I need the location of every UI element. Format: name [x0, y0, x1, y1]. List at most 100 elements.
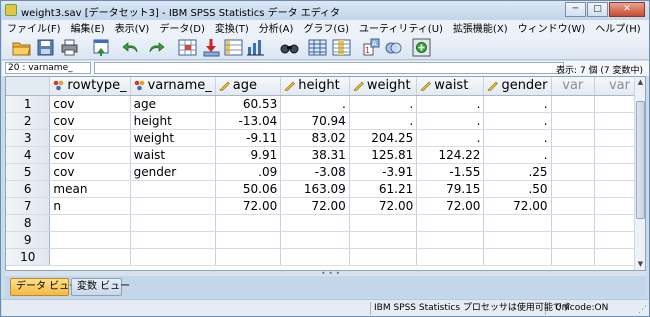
menu-graphs[interactable]: グラフ(G): [298, 20, 354, 35]
goto-case-icon[interactable]: [178, 38, 197, 57]
menu-data[interactable]: データ(D): [154, 20, 210, 35]
use-sets-icon[interactable]: [384, 38, 403, 57]
column-header-height[interactable]: height: [280, 77, 350, 96]
data-cell[interactable]: [483, 214, 552, 232]
data-cell[interactable]: waist: [130, 146, 216, 164]
empty-cell[interactable]: [551, 214, 595, 232]
data-cell[interactable]: .: [280, 95, 350, 113]
row-number[interactable]: 2: [6, 112, 51, 130]
data-cell[interactable]: age: [130, 95, 216, 113]
column-header-weight[interactable]: weight: [349, 77, 418, 96]
data-cell[interactable]: [215, 248, 282, 266]
empty-cell[interactable]: [551, 197, 595, 215]
insert-cases-icon[interactable]: [308, 38, 327, 57]
data-cell[interactable]: mean: [49, 180, 131, 198]
menu-help[interactable]: ヘルプ(H): [590, 20, 645, 35]
menu-extensions[interactable]: 拡張機能(X): [448, 20, 513, 35]
empty-cell[interactable]: [551, 231, 595, 249]
cell-reference-field[interactable]: 20 : varname_: [5, 62, 91, 74]
data-cell[interactable]: .: [416, 112, 485, 130]
data-cell[interactable]: [49, 231, 131, 249]
variables-icon[interactable]: [224, 38, 243, 57]
data-cell[interactable]: 50.06: [215, 180, 282, 198]
goto-variable-icon[interactable]: [202, 38, 221, 57]
data-cell[interactable]: 61.21: [349, 180, 418, 198]
insert-variable-icon[interactable]: [332, 38, 351, 57]
data-cell[interactable]: -3.91: [349, 163, 418, 181]
column-header-waist[interactable]: waist: [416, 77, 485, 96]
data-cell[interactable]: [215, 231, 282, 249]
data-cell[interactable]: 70.94: [280, 112, 350, 130]
column-header-rowtype[interactable]: rowtype_: [49, 77, 131, 96]
data-cell[interactable]: cov: [49, 95, 131, 113]
row-number[interactable]: 8: [6, 214, 51, 232]
data-cell[interactable]: height: [130, 112, 216, 130]
row-number[interactable]: 10: [6, 248, 51, 266]
data-cell[interactable]: cov: [49, 112, 131, 130]
data-cell[interactable]: .: [349, 95, 418, 113]
data-cell[interactable]: [416, 214, 485, 232]
data-cell[interactable]: cov: [49, 163, 131, 181]
data-cell[interactable]: 204.25: [349, 129, 418, 147]
undo-icon[interactable]: [122, 38, 141, 57]
data-cell[interactable]: [349, 231, 418, 249]
data-cell[interactable]: -9.11: [215, 129, 282, 147]
menu-edit[interactable]: 編集(E): [66, 20, 110, 35]
menu-transform[interactable]: 変換(T): [210, 20, 254, 35]
data-cell[interactable]: 79.15: [416, 180, 485, 198]
data-cell[interactable]: [416, 248, 485, 266]
data-cell[interactable]: [483, 231, 552, 249]
grid-corner[interactable]: [6, 77, 51, 96]
data-cell[interactable]: 72.00: [416, 197, 485, 215]
data-cell[interactable]: -1.55: [416, 163, 485, 181]
menu-utilities[interactable]: ユーティリティ(U): [354, 20, 448, 35]
find-icon[interactable]: [280, 38, 299, 57]
data-cell[interactable]: [130, 231, 216, 249]
data-cell[interactable]: [130, 180, 216, 198]
data-cell[interactable]: .50: [483, 180, 552, 198]
cell-value-field[interactable]: [94, 62, 564, 74]
data-cell[interactable]: -13.04: [215, 112, 282, 130]
row-number[interactable]: 1: [6, 95, 51, 113]
tab-variable-view[interactable]: 変数 ビュー: [71, 278, 130, 296]
data-cell[interactable]: [130, 197, 216, 215]
value-labels-icon[interactable]: 1A: [362, 38, 381, 57]
data-cell[interactable]: .: [349, 112, 418, 130]
data-cell[interactable]: [280, 214, 350, 232]
data-cell[interactable]: [416, 231, 485, 249]
data-cell[interactable]: [483, 248, 552, 266]
save-icon[interactable]: [36, 38, 55, 57]
data-cell[interactable]: gender: [130, 163, 216, 181]
data-cell[interactable]: .: [483, 95, 552, 113]
empty-cell[interactable]: [551, 163, 595, 181]
data-cell[interactable]: 72.00: [280, 197, 350, 215]
menu-file[interactable]: ファイル(F): [2, 20, 66, 35]
spelling-icon[interactable]: [412, 38, 431, 57]
data-cell[interactable]: [130, 248, 216, 266]
data-cell[interactable]: [280, 231, 350, 249]
data-cell[interactable]: 72.00: [215, 197, 282, 215]
row-number[interactable]: 9: [6, 231, 51, 249]
column-header-age[interactable]: age: [215, 77, 282, 96]
data-cell[interactable]: .: [483, 129, 552, 147]
print-icon[interactable]: [60, 38, 79, 57]
data-cell[interactable]: [349, 248, 418, 266]
data-cell[interactable]: 9.91: [215, 146, 282, 164]
data-cell[interactable]: 83.02: [280, 129, 350, 147]
empty-cell[interactable]: [551, 248, 595, 266]
row-number[interactable]: 6: [6, 180, 51, 198]
dialog-recall-icon[interactable]: [92, 38, 111, 57]
data-cell[interactable]: [49, 248, 131, 266]
tab-data-view[interactable]: データ ビュー: [10, 278, 79, 296]
menu-window[interactable]: ウィンドウ(W): [513, 20, 591, 35]
column-header-gender[interactable]: gender: [483, 77, 552, 96]
empty-cell[interactable]: [551, 180, 595, 198]
vertical-scrollbar[interactable]: ▲ ▼: [634, 77, 645, 270]
run-descriptives-icon[interactable]: [246, 38, 265, 57]
data-cell[interactable]: .: [483, 146, 552, 164]
data-cell[interactable]: 124.22: [416, 146, 485, 164]
data-cell[interactable]: .: [416, 95, 485, 113]
scroll-thumb[interactable]: [636, 101, 645, 219]
row-number[interactable]: 7: [6, 197, 51, 215]
redo-icon[interactable]: [146, 38, 165, 57]
